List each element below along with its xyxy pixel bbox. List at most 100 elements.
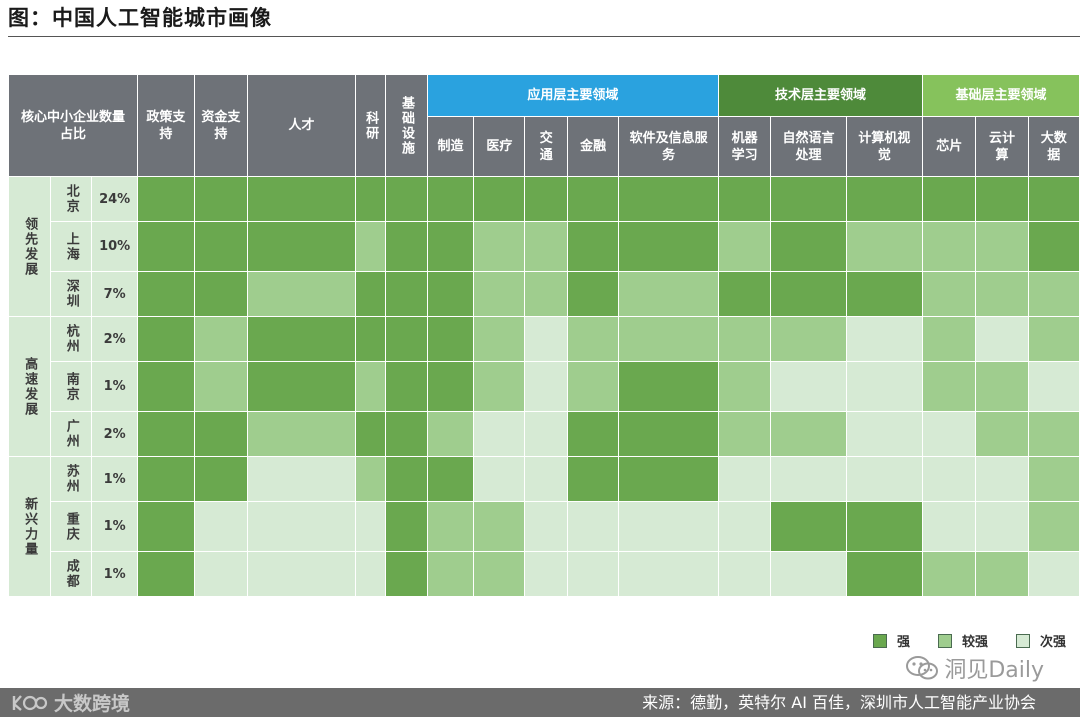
city-label: 广州 bbox=[50, 411, 93, 457]
header-column-0-3: 金融 bbox=[567, 116, 620, 177]
header-general-4: 基础设施 bbox=[385, 74, 428, 177]
heat-cell bbox=[567, 551, 620, 597]
header-general-0: 政策支持 bbox=[136, 74, 195, 177]
heat-cell bbox=[618, 221, 719, 272]
city-label: 重庆 bbox=[50, 501, 93, 552]
share-value: 1% bbox=[91, 501, 138, 552]
heat-cell bbox=[1027, 221, 1080, 272]
heat-cell bbox=[770, 176, 847, 222]
heat-cell bbox=[717, 456, 772, 502]
city-label: 北京 bbox=[50, 176, 93, 222]
table-row: 重庆 1% bbox=[9, 501, 1080, 552]
legend-item: 次强 bbox=[1015, 631, 1066, 650]
heat-cell bbox=[473, 271, 526, 317]
header-column-2-0: 芯片 bbox=[922, 116, 977, 177]
heat-cell bbox=[473, 411, 526, 457]
heat-cell bbox=[618, 316, 719, 362]
header-column-0-0: 制造 bbox=[426, 116, 475, 177]
heat-cell bbox=[567, 501, 620, 552]
heat-cell bbox=[567, 456, 620, 502]
heat-cell bbox=[193, 501, 248, 552]
source-note: 来源：德勤，英特尔 AI 百佳，深圳市人工智能产业协会 bbox=[642, 693, 1036, 712]
header-column-1-2: 计算机视觉 bbox=[845, 116, 924, 177]
heat-cell bbox=[922, 411, 977, 457]
heat-cell bbox=[473, 456, 526, 502]
heat-cell bbox=[524, 551, 569, 597]
table-row: 上海 10% bbox=[9, 221, 1080, 272]
legend-swatch bbox=[1015, 633, 1030, 648]
table-row: 深圳 7% bbox=[9, 271, 1080, 317]
heat-cell bbox=[355, 361, 387, 412]
heat-cell bbox=[618, 176, 719, 222]
heat-cell bbox=[473, 221, 526, 272]
heat-cell bbox=[426, 501, 475, 552]
header-column-1-1: 自然语言处理 bbox=[770, 116, 847, 177]
share-value: 2% bbox=[91, 316, 138, 362]
heat-cell bbox=[473, 551, 526, 597]
heat-cell bbox=[524, 316, 569, 362]
heat-cell bbox=[717, 501, 772, 552]
header-column-2-2: 大数据 bbox=[1027, 116, 1080, 177]
heat-cell bbox=[524, 221, 569, 272]
heat-cell bbox=[426, 176, 475, 222]
heat-cell bbox=[524, 411, 569, 457]
heat-cell bbox=[567, 361, 620, 412]
heat-cell bbox=[355, 411, 387, 457]
heat-cell bbox=[717, 551, 772, 597]
watermark-text: 洞见Daily bbox=[944, 658, 1044, 683]
heat-cell bbox=[717, 361, 772, 412]
heat-cell bbox=[524, 456, 569, 502]
heat-cell bbox=[385, 456, 428, 502]
share-value: 10% bbox=[91, 221, 138, 272]
heat-cell bbox=[385, 176, 428, 222]
share-value: 24% bbox=[91, 176, 138, 222]
heat-cell bbox=[524, 176, 569, 222]
heat-cell bbox=[193, 551, 248, 597]
heat-cell bbox=[975, 176, 1029, 222]
heat-cell bbox=[975, 361, 1029, 412]
heat-cell bbox=[770, 456, 847, 502]
heat-cell bbox=[355, 316, 387, 362]
heat-cell bbox=[770, 271, 847, 317]
heat-cell bbox=[618, 456, 719, 502]
city-label: 南京 bbox=[50, 361, 93, 412]
heat-cell bbox=[246, 361, 357, 412]
heat-cell bbox=[246, 411, 357, 457]
heat-cell bbox=[136, 361, 195, 412]
heat-cell bbox=[922, 316, 977, 362]
heat-cell bbox=[355, 456, 387, 502]
heat-cell bbox=[426, 456, 475, 502]
heat-cell bbox=[618, 361, 719, 412]
heat-cell bbox=[975, 411, 1029, 457]
row-group-label: 高速发展 bbox=[7, 316, 52, 457]
footer-logo: 大数跨境 bbox=[10, 688, 130, 717]
heat-cell bbox=[845, 551, 924, 597]
table-row: 南京 1% bbox=[9, 361, 1080, 412]
share-value: 2% bbox=[91, 411, 138, 457]
share-value: 1% bbox=[91, 551, 138, 597]
heat-cell bbox=[975, 316, 1029, 362]
heat-cell bbox=[193, 316, 248, 362]
share-value: 1% bbox=[91, 361, 138, 412]
heat-cell bbox=[193, 456, 248, 502]
legend-label: 较强 bbox=[961, 635, 988, 650]
heat-cell bbox=[246, 176, 357, 222]
header-share: 核心中小企业数量占比 bbox=[8, 74, 138, 177]
heat-cell bbox=[770, 501, 847, 552]
row-group-label: 新兴力量 bbox=[7, 456, 52, 597]
heat-cell bbox=[136, 316, 195, 362]
heat-cell bbox=[355, 271, 387, 317]
heat-cell bbox=[567, 411, 620, 457]
heat-cell bbox=[136, 411, 195, 457]
heat-cell bbox=[567, 221, 620, 272]
heat-cell bbox=[193, 176, 248, 222]
heat-cell bbox=[193, 411, 248, 457]
heat-cell bbox=[770, 411, 847, 457]
heat-cell bbox=[385, 221, 428, 272]
heat-cell bbox=[717, 221, 772, 272]
heat-cell bbox=[385, 361, 428, 412]
heat-cell bbox=[136, 221, 195, 272]
page-title: 图：中国人工智能城市画像 bbox=[8, 6, 272, 30]
heat-cell bbox=[355, 501, 387, 552]
city-label: 上海 bbox=[50, 221, 93, 272]
